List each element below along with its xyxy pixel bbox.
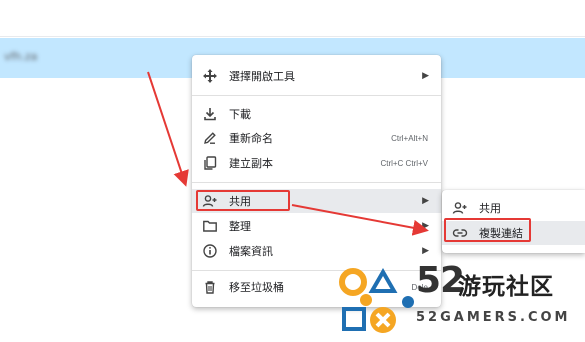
drive-file-list: vfh.za 選擇開啟工具 ▶ 下載 重新命名 Ctrl+Alt+N 建立副本 … — [0, 0, 585, 342]
watermark: 52 游玩社区 52GAMERS.COM — [336, 260, 585, 342]
watermark-chinese: 游玩社区 — [458, 274, 554, 300]
watermark-english: 52GAMERS.COM — [416, 310, 571, 325]
watermark-number: 52 — [416, 260, 465, 301]
watermark-logo — [339, 268, 414, 333]
arrow-to-share — [147, 71, 189, 187]
arrow-to-copy-link — [291, 204, 429, 236]
